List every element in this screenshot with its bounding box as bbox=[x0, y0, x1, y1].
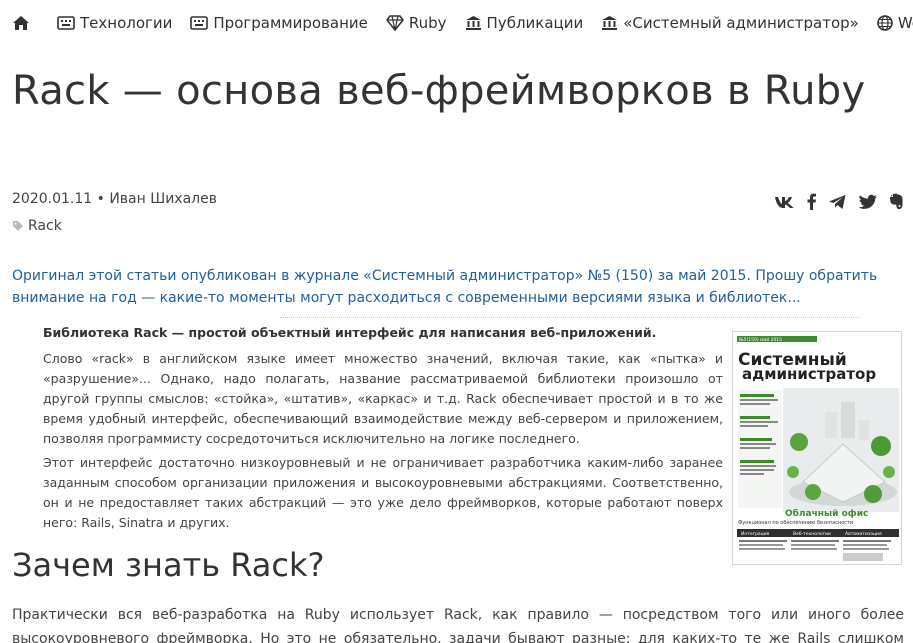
nav-item-label: Технологии bbox=[80, 14, 173, 32]
section-paragraph: Практически вся веб-разработка на Ruby и… bbox=[12, 607, 904, 643]
magazine-cover-art: №5(150) май 2015 Системный администратор… bbox=[733, 332, 901, 564]
nav-item-label: Публикации bbox=[486, 14, 584, 32]
nav-item-label: Программирование bbox=[213, 14, 368, 32]
tag-label: Rack bbox=[28, 218, 62, 234]
page-title: Rack — основа веб-фреймворков в Ruby bbox=[12, 68, 866, 114]
home-icon bbox=[13, 16, 29, 30]
home-link[interactable] bbox=[12, 15, 35, 31]
article-intro-note: Оригинал этой статьи опубликован в журна… bbox=[12, 268, 878, 306]
abstract-paragraph: Слово «rack» в английском языке имеет мн… bbox=[43, 351, 723, 446]
cover-subheadline: Функционал по обеспечению безопасности bbox=[738, 520, 853, 526]
cover-title-bottom: администратор bbox=[742, 365, 876, 383]
evernote-icon[interactable] bbox=[889, 193, 904, 210]
article-meta: 2020.01.11 • Иван Шихалев bbox=[12, 191, 217, 207]
tag-icon bbox=[13, 221, 23, 231]
article-lead: Библиотека Rack — простой объектный инте… bbox=[43, 325, 657, 340]
globe-icon bbox=[877, 15, 893, 31]
vk-icon[interactable] bbox=[774, 195, 795, 209]
twitter-icon[interactable] bbox=[858, 194, 878, 210]
section-heading: Зачем знать Rack? bbox=[12, 546, 325, 584]
nav-item-label: Web bbox=[897, 14, 913, 32]
bank-icon bbox=[602, 16, 618, 30]
nav-item-label: «Системный администратор» bbox=[623, 14, 859, 32]
nav-item-ruby[interactable]: Ruby bbox=[385, 14, 447, 32]
nav-item-label: Ruby bbox=[408, 14, 447, 32]
abstract-paragraph: Этот интерфейс достаточно низкоуровневый… bbox=[43, 455, 723, 530]
cover-headline: Облачный офис bbox=[785, 508, 868, 519]
facebook-icon[interactable] bbox=[806, 193, 817, 210]
cover-col-1: Интеграция bbox=[741, 531, 770, 537]
magazine-cover-image[interactable]: №5(150) май 2015 Системный администратор… bbox=[732, 331, 902, 565]
cover-issue-line: №5(150) май 2015 bbox=[739, 336, 782, 343]
cover-col-2: Веб-технологии bbox=[793, 531, 831, 537]
diamond-icon bbox=[385, 15, 404, 31]
tag-link[interactable]: Rack bbox=[12, 218, 62, 234]
nav-item-web[interactable]: Web bbox=[877, 14, 913, 32]
bank-icon bbox=[465, 16, 481, 30]
keyboard-icon bbox=[190, 16, 209, 30]
nav-item-technologies[interactable]: Технологии bbox=[57, 14, 172, 32]
cover-col-3: Автоматизация bbox=[845, 531, 882, 537]
article-abstract: Слово «rack» в английском языке имеет мн… bbox=[43, 349, 723, 537]
share-bar bbox=[763, 193, 904, 210]
nav-item-sysadmin-magazine[interactable]: «Системный администратор» bbox=[601, 14, 859, 32]
top-navigation: Технологии Программирование Ruby Публика… bbox=[12, 12, 913, 34]
nav-item-publications[interactable]: Публикации bbox=[465, 14, 584, 32]
nav-item-programming[interactable]: Программирование bbox=[190, 14, 368, 32]
keyboard-icon bbox=[57, 16, 75, 30]
telegram-icon[interactable] bbox=[828, 194, 847, 210]
divider bbox=[280, 317, 860, 318]
